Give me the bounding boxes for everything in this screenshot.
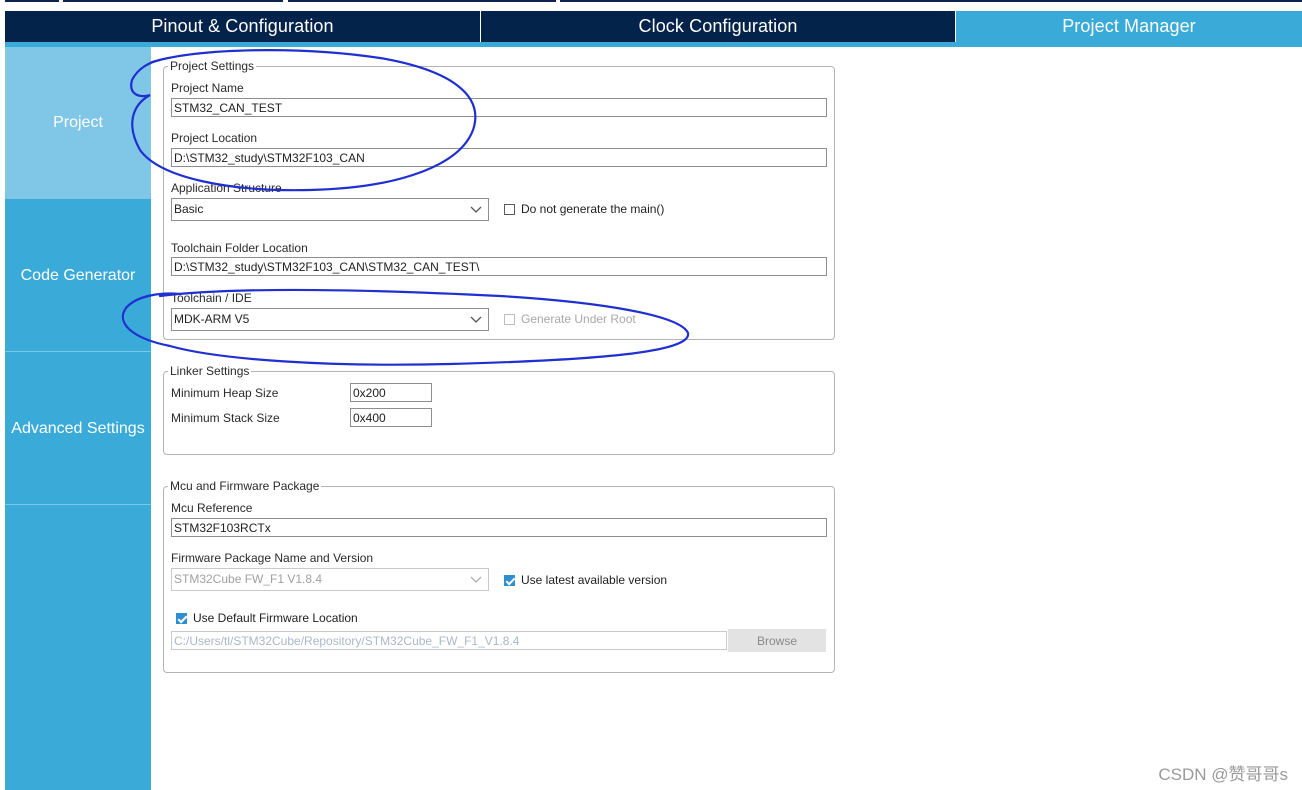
browse-button[interactable]: Browse [728, 629, 826, 652]
mcu-firmware-group: Mcu and Firmware Package Mcu Reference S… [163, 479, 835, 673]
group-legend: Project Settings [168, 59, 257, 73]
group-legend: Linker Settings [168, 364, 252, 378]
application-structure-select[interactable]: Basic [171, 198, 489, 221]
checkbox-box [176, 612, 187, 624]
checkbox-label: Use latest available version [521, 573, 668, 587]
project-name-label: Project Name [171, 81, 244, 95]
toolchain-ide-select[interactable]: MDK-ARM V5 [171, 308, 489, 331]
sidebar-item-project[interactable]: Project [5, 47, 151, 199]
min-stack-size-label: Minimum Stack Size [171, 411, 280, 425]
mcu-reference-label: Mcu Reference [171, 501, 253, 515]
min-heap-size-input[interactable]: 0x200 [350, 383, 432, 402]
checkbox-label: Do not generate the main() [521, 202, 665, 216]
application-structure-label: Application Structure [171, 181, 282, 195]
toolchain-ide-label: Toolchain / IDE [171, 291, 252, 305]
group-legend: Mcu and Firmware Package [168, 479, 322, 493]
sidebar-item-code-generator[interactable]: Code Generator [5, 200, 151, 352]
project-settings-group: Project Settings Project Name STM32_CAN_… [163, 59, 835, 340]
min-stack-size-input[interactable]: 0x400 [350, 408, 432, 427]
tab-label: Pinout & Configuration [151, 16, 334, 36]
sidebar-item-advanced-settings[interactable]: Advanced Settings [5, 353, 151, 505]
tab-label: Clock Configuration [638, 16, 798, 36]
mcu-reference-input[interactable]: STM32F103RCTx [171, 518, 827, 537]
project-location-label: Project Location [171, 131, 258, 145]
sidebar-item-label: Project [53, 113, 103, 131]
select-value: STM32Cube FW_F1 V1.8.4 [174, 572, 323, 586]
button-label: Browse [756, 633, 797, 648]
top-strip-segment [288, 0, 556, 2]
firmware-location-input[interactable]: C:/Users/tl/STM32Cube/Repository/STM32Cu… [171, 631, 727, 650]
sidebar-item-label: Advanced Settings [11, 419, 145, 437]
do-not-generate-main-checkbox[interactable]: Do not generate the main() [504, 202, 664, 216]
project-name-input[interactable]: STM32_CAN_TEST [171, 98, 827, 117]
window-top-strip [0, 0, 1302, 11]
min-heap-size-label: Minimum Heap Size [171, 386, 279, 400]
linker-settings-group: Linker Settings Minimum Heap Size 0x200 … [163, 364, 835, 455]
tab-clock-configuration[interactable]: Clock Configuration [480, 11, 955, 42]
sidebar-item-label: Code Generator [20, 266, 136, 284]
main-tab-bar: Pinout & Configuration Clock Configurati… [5, 11, 1302, 42]
checkbox-label: Use Default Firmware Location [193, 611, 358, 625]
firmware-package-label: Firmware Package Name and Version [171, 551, 374, 565]
tab-underline [5, 42, 1302, 47]
generate-under-root-checkbox[interactable]: Generate Under Root [504, 312, 636, 326]
use-default-firmware-location-checkbox[interactable]: Use Default Firmware Location [176, 611, 358, 625]
checkbox-box [504, 203, 515, 215]
select-value: Basic [174, 202, 204, 216]
toolchain-folder-label: Toolchain Folder Location [171, 241, 308, 255]
checkbox-label: Generate Under Root [521, 312, 636, 326]
use-latest-version-checkbox[interactable]: Use latest available version [504, 573, 667, 587]
csdn-watermark: CSDN @赞哥哥s [1158, 765, 1288, 784]
select-value: MDK-ARM V5 [174, 312, 250, 326]
firmware-package-select[interactable]: STM32Cube FW_F1 V1.8.4 [171, 568, 489, 591]
top-strip-segment [560, 0, 1302, 2]
tab-project-manager[interactable]: Project Manager [955, 11, 1302, 42]
checkbox-box [504, 574, 515, 586]
project-manager-sidebar: Project Code Generator Advanced Settings [5, 47, 151, 790]
checkbox-box [504, 313, 515, 325]
project-location-input[interactable]: D:\STM32_study\STM32F103_CAN [171, 148, 827, 167]
tab-pinout-configuration[interactable]: Pinout & Configuration [5, 11, 480, 42]
top-strip-segment [63, 0, 283, 2]
chevron-down-icon [470, 206, 482, 213]
toolchain-folder-input[interactable]: D:\STM32_study\STM32F103_CAN\STM32_CAN_T… [171, 257, 827, 276]
chevron-down-icon [470, 576, 482, 583]
chevron-down-icon [470, 316, 482, 323]
tab-label: Project Manager [1062, 16, 1196, 36]
top-strip-segment [5, 0, 59, 2]
